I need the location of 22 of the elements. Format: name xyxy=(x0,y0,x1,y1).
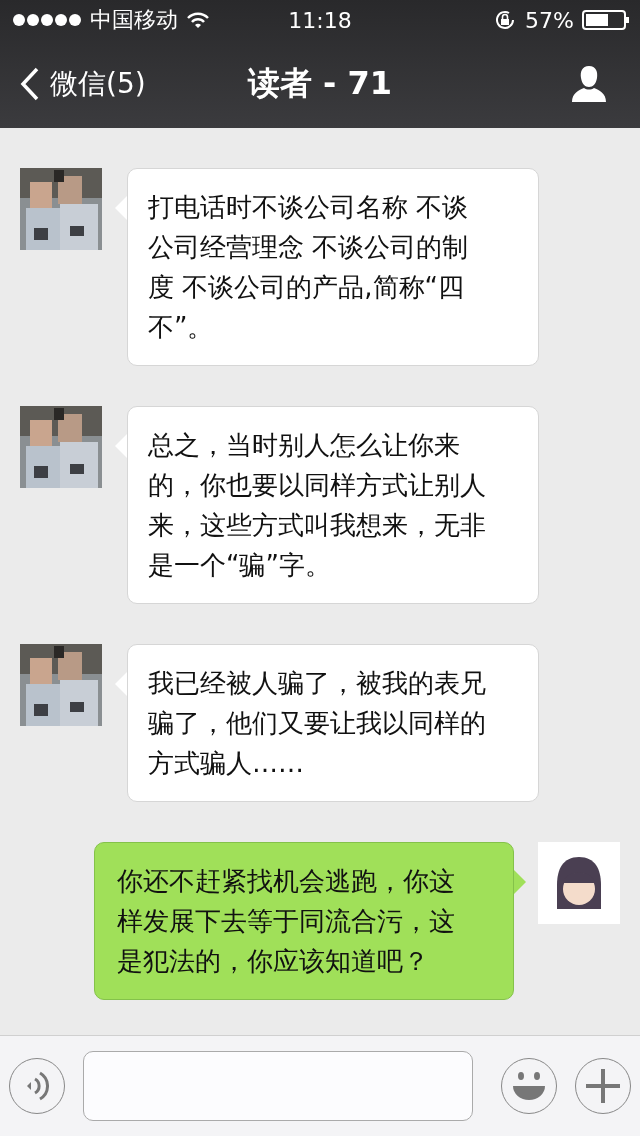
wifi-icon xyxy=(186,11,210,29)
bubble-tail xyxy=(115,434,127,458)
bubble-tail xyxy=(514,870,526,894)
carrier-name: 中国移动 xyxy=(90,6,178,34)
bubble-tail xyxy=(115,196,127,220)
chat-title: 读者 - 71 xyxy=(247,63,393,104)
message-input[interactable] xyxy=(83,1051,473,1121)
clock-time: 11:18 xyxy=(288,7,352,33)
person-icon[interactable] xyxy=(570,66,608,102)
bubble-tail xyxy=(115,672,127,696)
message-bubble: 总之，当时别人怎么让你来的，你也要以同样方式让别人来，这些方式叫我想来，无非是一个“骗”字。 xyxy=(127,406,539,604)
smiley-icon xyxy=(511,1070,547,1102)
battery-icon xyxy=(582,10,630,30)
message-bubble: 打电话时不谈公司名称 不谈公司经营理念 不谈公司的制度 不谈公司的产品,简称“四不”。 xyxy=(127,168,539,366)
signal-icon xyxy=(12,13,82,27)
battery-percent: 57% xyxy=(525,7,574,33)
plus-icon xyxy=(586,1069,620,1103)
back-button[interactable]: 微信(5) xyxy=(20,65,146,103)
message-bubble: 你还不赶紧找机会逃跑，你这样发展下去等于同流合污，这是犯法的，你应该知道吧？ xyxy=(94,842,514,1000)
chevron-left-icon xyxy=(20,67,40,101)
voice-icon xyxy=(25,1070,49,1102)
message-bubble: 我已经被人骗了，被我的表兄骗了，他们又要让我以同样的方式骗人…… xyxy=(127,644,539,802)
